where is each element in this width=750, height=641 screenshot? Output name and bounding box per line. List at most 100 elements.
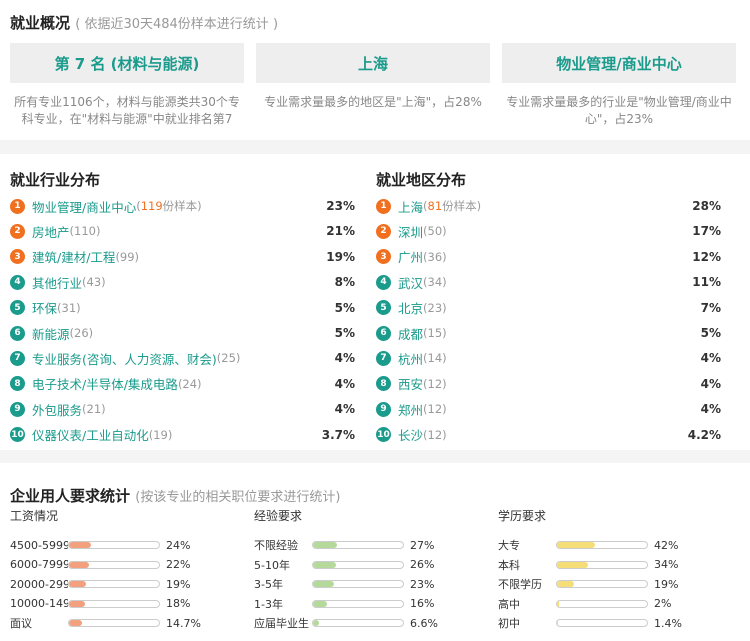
overview-industry-desc: 专业需求量最多的行业是"物业管理/商业中心"，占23% xyxy=(506,95,732,126)
requirement-row: 5-10年 26% xyxy=(254,557,484,573)
region-name[interactable]: 杭州 xyxy=(398,349,423,368)
overview-rank-desc: 所有专业1106个，材料与能源类共30个专科专业，在"材料与能源"中就业排名第7 xyxy=(14,95,240,126)
requirement-row: 高中 2% xyxy=(498,596,728,612)
overview-panel: 就业概况 ( 依据近30天484份样本进行统计 ) 第 7 名 (材料与能源) … xyxy=(0,0,750,140)
requirement-bar-fill xyxy=(313,542,338,548)
rank-badge: 1 xyxy=(376,198,391,214)
requirement-bar-fill xyxy=(69,581,87,587)
region-row[interactable]: 8 西安 (12) 4% xyxy=(376,374,721,394)
region-row[interactable]: 5 北京 (23) 7% xyxy=(376,298,721,318)
requirement-row: 3-5年 23% xyxy=(254,576,484,592)
requirement-row: 20000-299 19% xyxy=(10,576,240,592)
region-name[interactable]: 上海 xyxy=(398,197,423,216)
requirement-label: 大专 xyxy=(498,539,520,552)
region-name[interactable]: 长沙 xyxy=(398,425,423,444)
overview-rank-box: 第 7 名 (材料与能源) xyxy=(10,43,244,83)
requirement-bar-fill xyxy=(557,561,588,568)
requirement-percent: 27% xyxy=(410,538,435,552)
requirement-bar xyxy=(312,580,404,588)
rank-badge: 10 xyxy=(376,427,391,443)
region-row[interactable]: 2 深圳 (50) 17% xyxy=(376,221,721,241)
industry-percent: 4% xyxy=(334,351,355,366)
requirement-row: 大专 42% xyxy=(498,537,728,553)
requirement-label: 3-5年 xyxy=(254,578,283,591)
requirement-bar xyxy=(68,560,160,569)
region-name[interactable]: 武汉 xyxy=(398,273,423,292)
industry-name[interactable]: 电子技术/半导体/集成电路 xyxy=(32,374,178,393)
industry-count: (99) xyxy=(115,249,140,264)
region-name[interactable]: 深圳 xyxy=(398,222,423,241)
region-row[interactable]: 4 武汉 (34) 11% xyxy=(376,272,721,292)
region-row[interactable]: 3 广州 (36) 12% xyxy=(376,247,721,267)
rank-badge: 5 xyxy=(10,300,25,316)
industry-title: 就业行业分布 xyxy=(10,171,101,189)
requirement-label: 10000-149 xyxy=(10,597,68,610)
requirement-bar-fill xyxy=(313,561,337,568)
industry-name[interactable]: 新能源 xyxy=(32,324,70,343)
region-row[interactable]: 9 郑州 (12) 4% xyxy=(376,399,721,419)
region-row[interactable]: 10 长沙 (12) 4.2% xyxy=(376,425,721,445)
rank-badge: 4 xyxy=(10,274,25,290)
requirement-label: 初中 xyxy=(498,617,520,630)
requirement-percent: 42% xyxy=(654,538,679,552)
requirement-label: 1-3年 xyxy=(254,597,283,611)
region-percent: 11% xyxy=(692,275,721,290)
region-name[interactable]: 广州 xyxy=(398,247,423,266)
region-count-suffix: 份样本 xyxy=(442,199,477,213)
industry-name[interactable]: 外包服务 xyxy=(32,400,82,419)
requirement-bar-fill xyxy=(69,561,89,568)
industry-row[interactable]: 3 建筑/建材/工程 (99) 19% xyxy=(10,247,355,267)
industry-row[interactable]: 8 电子技术/半导体/集成电路 (24) 4% xyxy=(10,374,355,394)
requirement-bar-fill xyxy=(69,620,83,626)
requirement-bar xyxy=(68,580,160,588)
industry-row[interactable]: 9 外包服务 (21) 4% xyxy=(10,399,355,419)
overview-industry-box: 物业管理/商业中心 xyxy=(502,43,736,83)
region-percent: 12% xyxy=(692,249,721,264)
industry-name[interactable]: 房地产 xyxy=(32,222,70,241)
requirement-group-title: 经验要求 xyxy=(254,509,303,523)
rank-badge: 1 xyxy=(10,198,25,214)
industry-percent: 4% xyxy=(334,376,355,391)
industry-name[interactable]: 专业服务(咨询、人力资源、财会) xyxy=(32,349,217,368)
region-count-value: 81 xyxy=(427,199,443,213)
requirement-bar-fill xyxy=(557,581,575,587)
rank-badge: 3 xyxy=(376,249,391,265)
industry-name[interactable]: 其他行业 xyxy=(32,273,82,292)
requirement-percent: 19% xyxy=(166,577,191,591)
requirement-bar-fill xyxy=(313,620,319,626)
region-name[interactable]: 西安 xyxy=(398,374,423,393)
region-name[interactable]: 成都 xyxy=(398,324,423,343)
industry-row[interactable]: 6 新能源 (26) 5% xyxy=(10,323,355,343)
industry-row[interactable]: 10 仪器仪表/工业自动化 (19) 3.7% xyxy=(10,425,355,445)
industry-row[interactable]: 7 专业服务(咨询、人力资源、财会) (25) 4% xyxy=(10,348,355,368)
industry-row[interactable]: 2 房地产 (110) 21% xyxy=(10,221,355,241)
region-name[interactable]: 郑州 xyxy=(398,400,423,419)
industry-name[interactable]: 建筑/建材/工程 xyxy=(32,247,115,266)
industry-row[interactable]: 4 其他行业 (43) 8% xyxy=(10,272,355,292)
rank-badge: 9 xyxy=(376,401,391,417)
region-name[interactable]: 北京 xyxy=(398,298,423,317)
region-row[interactable]: 6 成都 (15) 5% xyxy=(376,323,721,343)
region-row[interactable]: 1 上海 (81份样本) 28% xyxy=(376,196,721,216)
region-row[interactable]: 7 杭州 (14) 4% xyxy=(376,348,721,368)
industry-percent: 23% xyxy=(326,199,355,213)
industry-name[interactable]: 仪器仪表/工业自动化 xyxy=(32,425,149,444)
requirement-group-title: 学历要求 xyxy=(498,509,547,523)
requirement-label: 20000-299 xyxy=(10,577,68,591)
region-count: (12) xyxy=(423,402,447,417)
requirement-bar xyxy=(556,541,648,549)
industry-row[interactable]: 5 环保 (31) 5% xyxy=(10,298,355,318)
overview-rank-value: 第 7 名 (材料与能源) xyxy=(54,54,200,73)
requirements-title-text: 企业用人要求统计 xyxy=(10,487,131,505)
industry-name[interactable]: 物业管理/商业中心 xyxy=(32,197,136,216)
industry-percent: 4% xyxy=(334,402,355,417)
requirement-bar-fill xyxy=(69,600,86,607)
industry-count: (31) xyxy=(57,300,81,315)
overview-title-text: 就业概况 xyxy=(10,14,71,32)
requirement-row: 不限经验 27% xyxy=(254,537,484,553)
industry-count-suffix: 份样本 xyxy=(162,199,198,213)
region-count: (81份样本) xyxy=(423,199,482,213)
requirement-row: 1-3年 16% xyxy=(254,596,484,612)
industry-row[interactable]: 1 物业管理/商业中心 (119份样本) 23% xyxy=(10,196,355,216)
industry-name[interactable]: 环保 xyxy=(32,298,57,317)
